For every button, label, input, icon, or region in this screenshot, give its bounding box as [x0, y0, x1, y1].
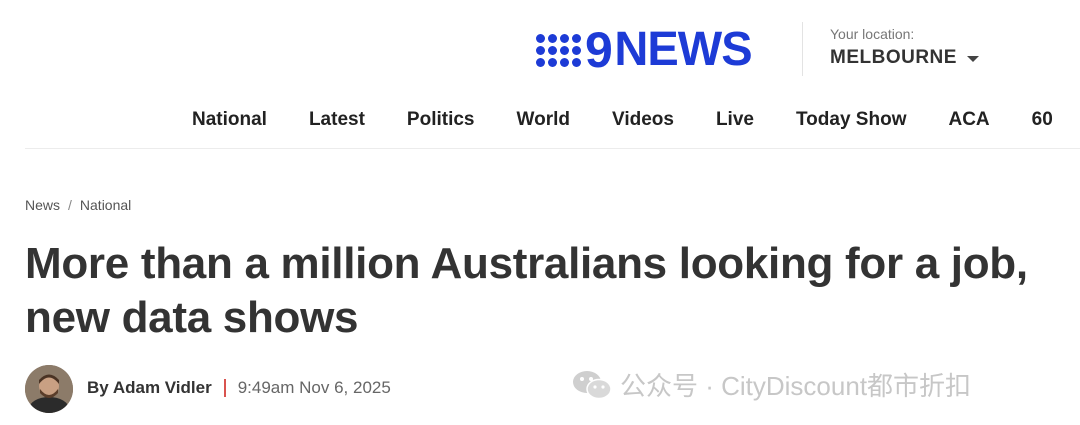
author-avatar[interactable] [25, 365, 73, 413]
logo-news-text: NEWS [614, 23, 752, 76]
location-selector[interactable]: MELBOURNE [830, 47, 979, 69]
nav-item-aca[interactable]: ACA [948, 108, 989, 132]
nav-item-60-minutes[interactable]: 60 [1032, 108, 1053, 132]
article-headline: More than a million Australians looking … [25, 237, 1080, 345]
breadcrumb-national[interactable]: National [80, 197, 131, 213]
headline-line-1: More than a million Australians looking … [25, 239, 1028, 288]
nav-item-world[interactable]: World [517, 108, 570, 132]
header-divider [802, 22, 803, 76]
wechat-icon [573, 370, 612, 399]
nav-divider [25, 148, 1080, 149]
nav-item-today-show[interactable]: Today Show [796, 108, 906, 132]
publish-timestamp: 9:49am Nov 6, 2025 [237, 378, 391, 397]
breadcrumb-separator: / [68, 197, 72, 213]
breadcrumb: News / National [25, 197, 131, 213]
author-name[interactable]: By Adam Vidler [87, 378, 212, 398]
headline-line-2: new data shows [25, 293, 359, 342]
nine-news-logo[interactable]: 9 NEWS [536, 22, 753, 78]
location-label: Your location: [830, 26, 915, 42]
article-byline: By Adam Vidler 9:49am Nov 6, 2025 [87, 378, 391, 398]
breadcrumb-news[interactable]: News [25, 197, 60, 213]
logo-nine-text: 9 [585, 22, 613, 78]
nav-item-videos[interactable]: Videos [612, 108, 674, 132]
main-nav: National Latest Politics World Videos Li… [192, 108, 1080, 132]
location-value: MELBOURNE [830, 47, 957, 68]
nav-item-politics[interactable]: Politics [407, 108, 475, 132]
watermark-text: 公众号 · CityDiscount都市折扣 [620, 371, 972, 401]
nine-dots-icon [536, 33, 581, 67]
byline-divider [223, 379, 226, 397]
watermark: 公众号 · CityDiscount都市折扣 [572, 366, 971, 403]
nav-item-latest[interactable]: Latest [309, 108, 365, 132]
nav-item-live[interactable]: Live [716, 108, 754, 132]
chevron-down-icon [966, 56, 979, 62]
nav-item-national[interactable]: National [192, 108, 267, 132]
